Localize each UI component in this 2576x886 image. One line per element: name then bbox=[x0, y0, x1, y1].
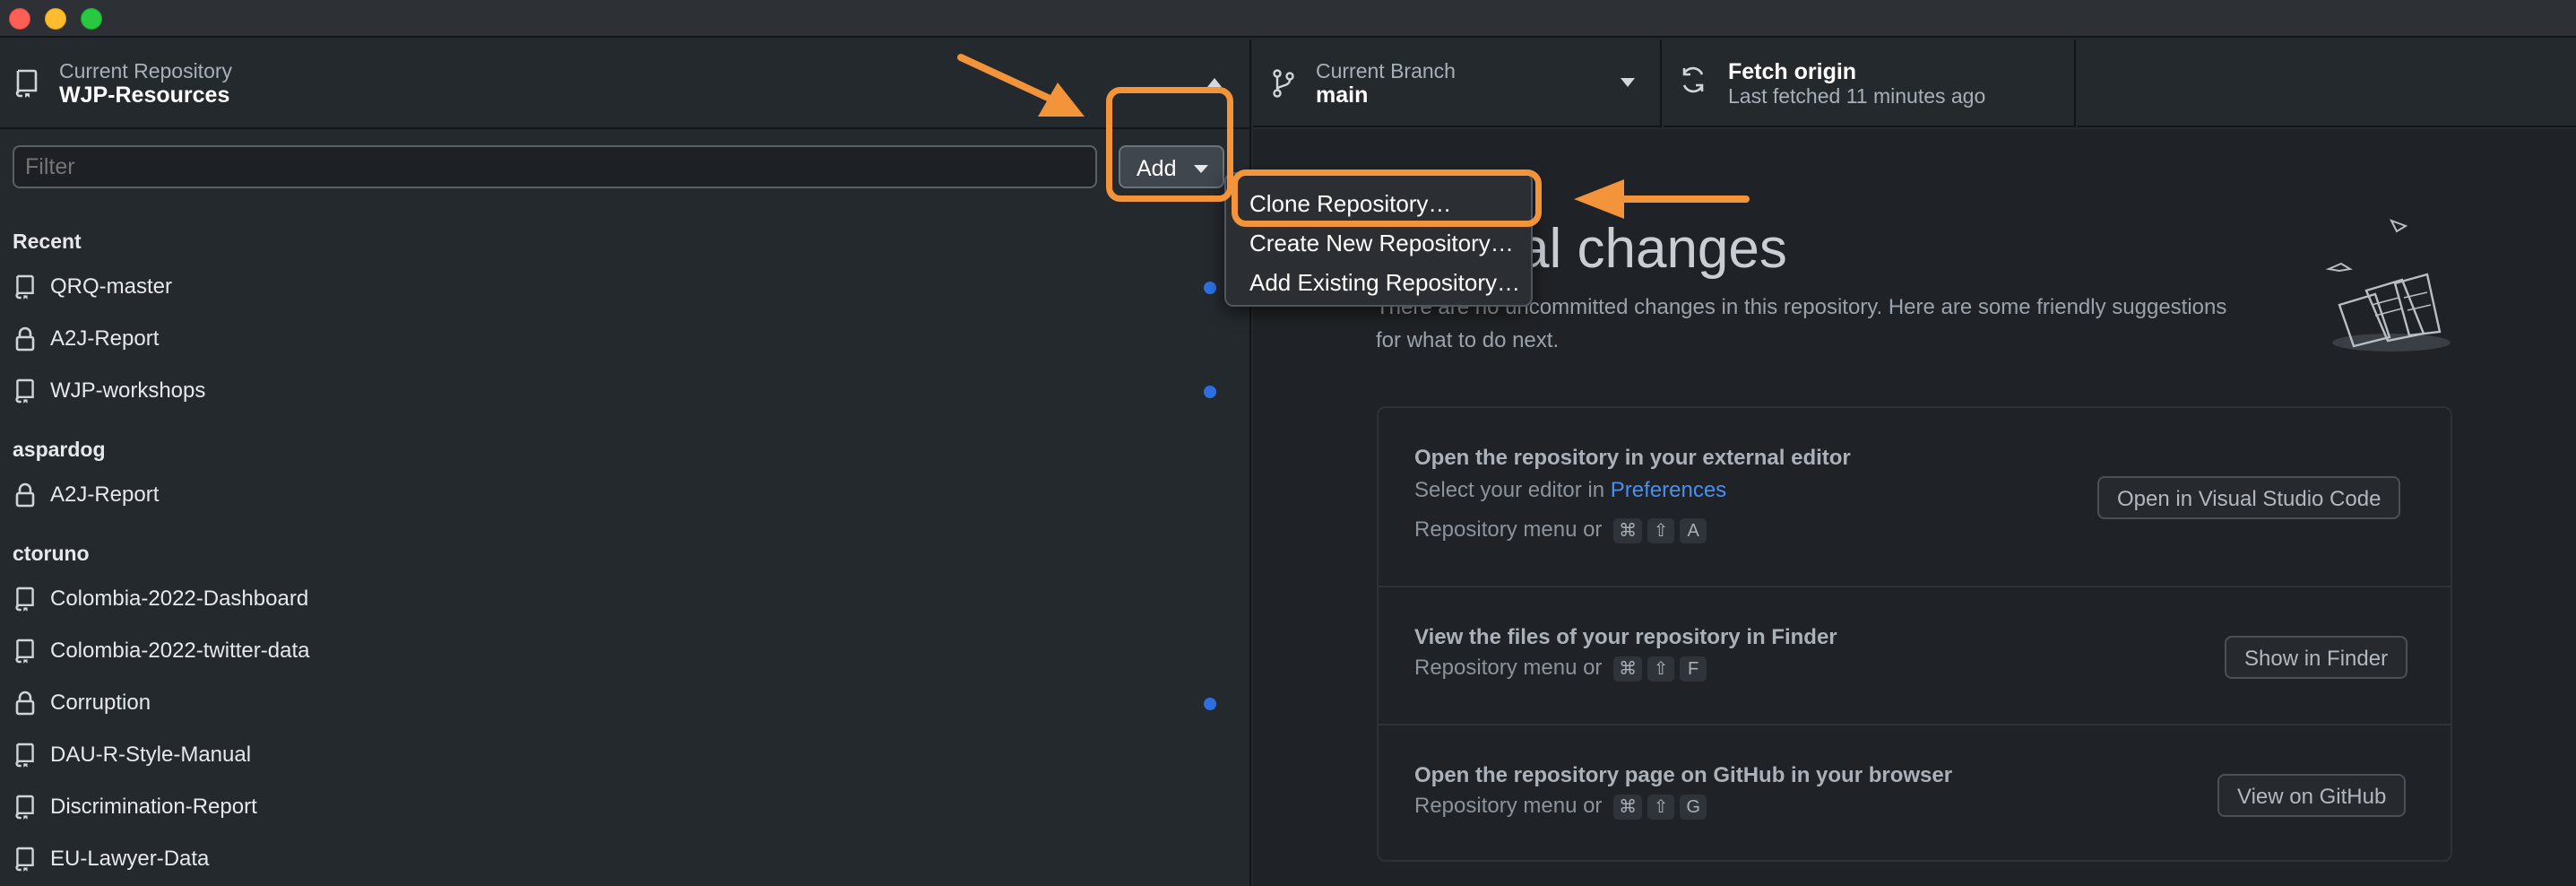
repo-icon bbox=[15, 795, 34, 820]
last-fetched-status: Last fetched 11 minutes ago bbox=[1728, 84, 1986, 108]
view-on-github-button[interactable]: View on GitHub bbox=[2217, 774, 2407, 817]
zoom-window-button[interactable] bbox=[81, 8, 102, 30]
suggestion-subtitle: Select your editor in Preferences bbox=[1414, 478, 1726, 503]
lock-icon bbox=[15, 482, 35, 508]
list-item[interactable]: Colombia-2022-Dashboard bbox=[0, 576, 1249, 621]
menu-item-add-existing-repository[interactable]: Add Existing Repository… bbox=[1249, 269, 1520, 297]
show-in-finder-button[interactable]: Show in Finder bbox=[2225, 636, 2408, 679]
repository-name: Colombia-2022-twitter-data bbox=[50, 638, 310, 663]
repo-icon bbox=[15, 378, 34, 404]
shortcut-label: Repository menu or bbox=[1414, 794, 1603, 818]
repository-name: Discrimination-Report bbox=[50, 795, 257, 819]
current-branch-selector[interactable]: Current Branch main bbox=[1253, 39, 1662, 127]
letter-key: A bbox=[1680, 517, 1707, 543]
repo-icon bbox=[15, 586, 34, 612]
letter-key: G bbox=[1680, 794, 1707, 820]
caret-up-icon bbox=[1207, 78, 1222, 87]
shortcut-label: Repository menu or bbox=[1414, 517, 1603, 542]
empty-state-illustration bbox=[2325, 219, 2451, 352]
command-key: ⌘ bbox=[1613, 517, 1643, 543]
suggestion-title: View the files of your repository in Fin… bbox=[1414, 625, 1837, 649]
list-item[interactable]: EU-Lawyer-Data bbox=[0, 836, 1249, 881]
minimize-window-button[interactable] bbox=[45, 8, 66, 30]
current-repository-name: WJP-Resources bbox=[59, 83, 230, 108]
open-in-editor-button[interactable]: Open in Visual Studio Code bbox=[2097, 476, 2401, 519]
repository-name: WJP-workshops bbox=[50, 378, 206, 403]
suggestion-subtitle-text: Select your editor in bbox=[1414, 478, 1611, 502]
current-repository-caption: Current Repository bbox=[59, 59, 233, 83]
close-window-button[interactable] bbox=[9, 8, 30, 30]
sync-icon bbox=[1682, 66, 1704, 93]
repository-name: Corruption bbox=[50, 691, 151, 715]
annotation-arrow-icon bbox=[957, 54, 1085, 117]
changes-indicator-dot bbox=[1204, 698, 1216, 710]
list-item[interactable]: Corruption bbox=[0, 680, 1249, 725]
shortcut-label: Repository menu or bbox=[1414, 656, 1603, 680]
annotation-arrow-icon bbox=[1574, 179, 1750, 219]
repo-icon bbox=[15, 847, 34, 872]
branch-icon bbox=[1273, 69, 1294, 98]
current-branch-name: main bbox=[1316, 83, 1369, 108]
repository-name: Colombia-2022-Dashboard bbox=[50, 586, 309, 611]
repo-icon bbox=[15, 69, 38, 98]
no-changes-heading: al changes bbox=[1518, 218, 1787, 280]
window-title-bar bbox=[0, 0, 2576, 38]
list-item[interactable]: Discrimination-Report bbox=[0, 784, 1249, 829]
divider bbox=[1379, 586, 2451, 587]
lock-icon bbox=[15, 691, 35, 716]
filter-input[interactable] bbox=[13, 145, 1097, 188]
shift-key: ⇧ bbox=[1647, 517, 1675, 543]
repo-icon bbox=[15, 638, 34, 664]
add-button-highlight bbox=[1106, 87, 1233, 202]
description-line-2: for what to do next. bbox=[1376, 328, 1560, 352]
shift-key: ⇧ bbox=[1647, 656, 1675, 682]
current-branch-caption: Current Branch bbox=[1316, 59, 1456, 83]
section-title-recent: Recent bbox=[13, 230, 82, 253]
chevron-down-icon bbox=[1621, 78, 1635, 87]
repo-icon bbox=[15, 274, 34, 300]
divider bbox=[1379, 724, 2451, 725]
repository-name: DAU-R-Style-Manual bbox=[50, 743, 252, 767]
command-key: ⌘ bbox=[1613, 794, 1643, 820]
repository-sidebar: Current Repository WJP-Resources Add Rec… bbox=[0, 39, 1251, 886]
lock-icon bbox=[15, 326, 35, 352]
suggestion-shortcut: Repository menu or ⌘ ⇧ A bbox=[1414, 517, 1707, 543]
list-item[interactable]: Colombia-2022-twitter-data bbox=[0, 628, 1249, 673]
repository-name: A2J-Report bbox=[50, 482, 160, 507]
repo-icon bbox=[15, 743, 34, 768]
preferences-link[interactable]: Preferences bbox=[1611, 478, 1726, 502]
suggestions-panel: Open the repository in your external edi… bbox=[1377, 406, 2452, 862]
repository-name: QRQ-master bbox=[50, 274, 173, 299]
suggestion-shortcut: Repository menu or ⌘ ⇧ G bbox=[1414, 794, 1707, 820]
changes-indicator-dot bbox=[1204, 282, 1216, 294]
toolbar-spacer bbox=[2078, 39, 2576, 127]
section-title-aspardog: aspardog bbox=[13, 438, 106, 461]
suggestion-title: Open the repository page on GitHub in yo… bbox=[1414, 763, 1953, 787]
fetch-origin-title: Fetch origin bbox=[1728, 59, 1857, 84]
repository-name: A2J-Report bbox=[50, 326, 160, 351]
fetch-origin-button[interactable]: Fetch origin Last fetched 11 minutes ago bbox=[1664, 39, 2076, 127]
list-item[interactable]: A2J-Report bbox=[0, 472, 1249, 517]
command-key: ⌘ bbox=[1613, 656, 1643, 682]
list-item[interactable]: DAU-R-Style-Manual bbox=[0, 732, 1249, 777]
suggestion-title: Open the repository in your external edi… bbox=[1414, 446, 1851, 470]
suggestion-shortcut: Repository menu or ⌘ ⇧ F bbox=[1414, 656, 1707, 682]
list-item[interactable]: A2J-Report bbox=[0, 316, 1249, 360]
section-title-ctoruno: ctoruno bbox=[13, 542, 90, 565]
changes-indicator-dot bbox=[1204, 386, 1216, 398]
list-item[interactable]: QRQ-master bbox=[0, 264, 1249, 308]
shift-key: ⇧ bbox=[1647, 794, 1675, 820]
repository-name: EU-Lawyer-Data bbox=[50, 847, 210, 871]
list-item[interactable]: WJP-workshops bbox=[0, 368, 1249, 413]
menu-item-create-new-repository[interactable]: Create New Repository… bbox=[1249, 230, 1514, 257]
letter-key: F bbox=[1680, 656, 1707, 682]
clone-repository-highlight bbox=[1232, 169, 1542, 227]
